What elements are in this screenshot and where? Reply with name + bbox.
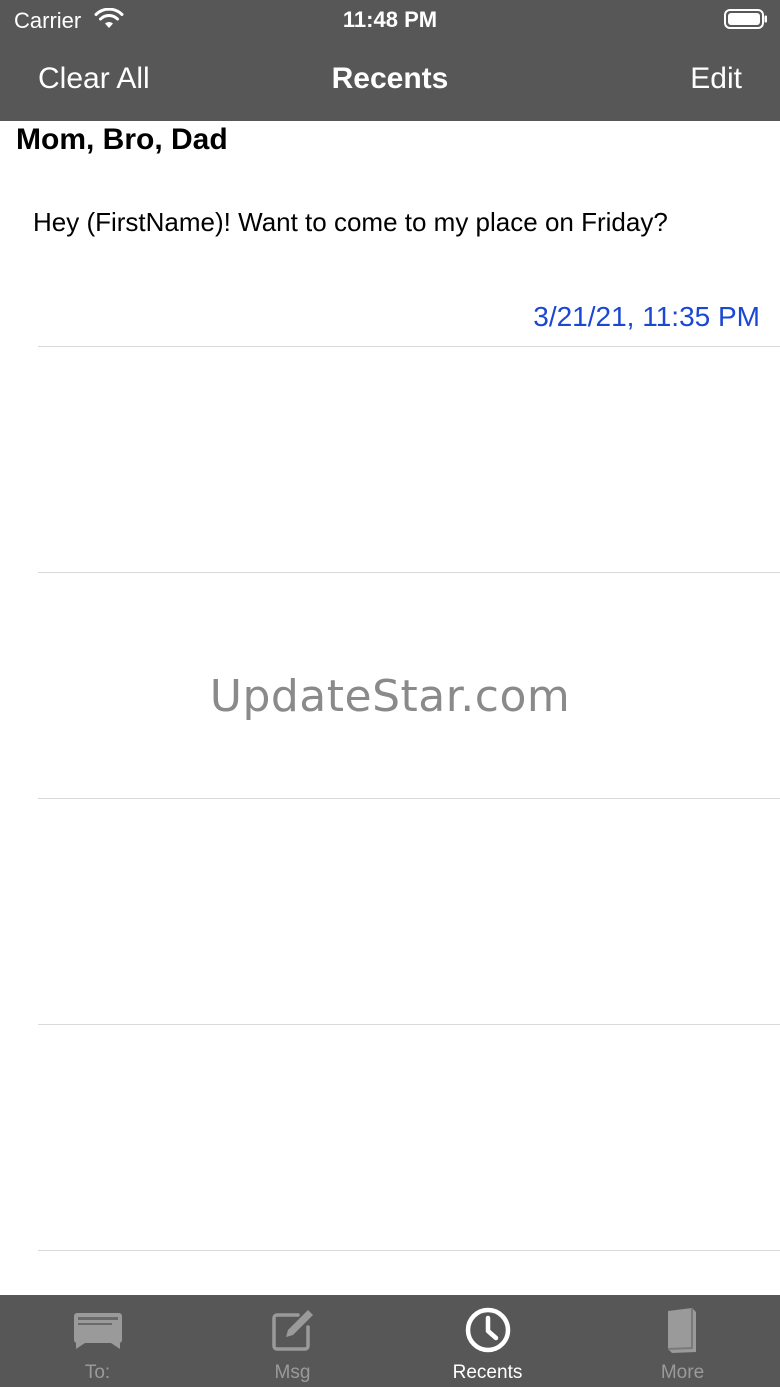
clear-all-button[interactable]: Clear All — [38, 62, 150, 96]
recent-timestamp: 3/21/21, 11:35 PM — [533, 301, 760, 332]
tab-label: To: — [84, 1362, 111, 1383]
navigation-bar: Clear All Recents Edit — [0, 40, 780, 121]
row-divider — [38, 1250, 780, 1251]
row-divider — [38, 572, 780, 573]
recent-message: Hey (FirstName)! Want to come to my plac… — [33, 207, 668, 237]
tab-msg[interactable]: Msg — [195, 1295, 390, 1387]
row-divider — [38, 1024, 780, 1025]
tab-label: Recents — [452, 1362, 523, 1383]
tab-more[interactable]: More — [585, 1295, 780, 1387]
compose-icon — [271, 1310, 313, 1351]
clock-icon — [465, 1307, 510, 1353]
book-icon — [667, 1308, 696, 1353]
recent-recipients: Mom, Bro, Dad — [16, 123, 228, 156]
recent-item[interactable]: Mom, Bro, Dad Hey (FirstName)! Want to c… — [0, 121, 780, 347]
contacts-card-icon — [73, 1313, 122, 1349]
watermark: UpdateStar.com — [209, 671, 571, 722]
status-bar: Carrier 11:48 PM — [0, 0, 780, 40]
tab-label: Msg — [274, 1362, 311, 1383]
battery-icon — [724, 9, 767, 29]
clock-time: 11:48 PM — [342, 7, 438, 32]
edit-button[interactable]: Edit — [690, 62, 742, 96]
row-divider — [38, 346, 780, 347]
tab-bar: To: Msg Recents More — [0, 1295, 780, 1387]
tab-label: More — [660, 1362, 705, 1383]
tab-to[interactable]: To: — [0, 1295, 195, 1387]
recents-list: Mom, Bro, Dad Hey (FirstName)! Want to c… — [0, 121, 780, 1295]
row-divider — [38, 798, 780, 799]
tab-recents[interactable]: Recents — [390, 1295, 585, 1387]
